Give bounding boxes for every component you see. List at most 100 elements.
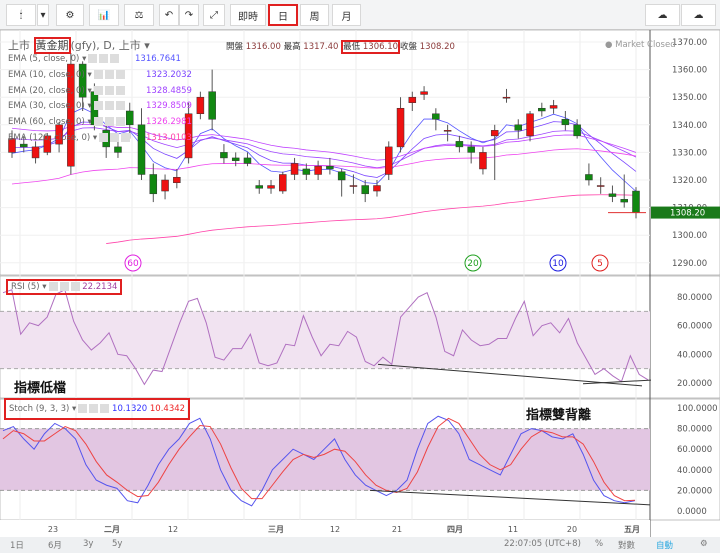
price-tick: 1330.00	[672, 148, 707, 158]
candle-body	[538, 107, 546, 112]
x-tick: 11	[508, 525, 518, 534]
candle-body	[585, 174, 593, 181]
ema-legend-2[interactable]: EMA (20, close, 0) ▾ 1328.4859	[8, 85, 192, 96]
rsi-band	[0, 311, 650, 369]
candle-body	[125, 110, 134, 126]
chart-canvas[interactable]: 1370.00 1360.00 1350.00 1340.00 1330.00 1320.…	[0, 0, 720, 537]
range-3y[interactable]: 3y	[83, 539, 93, 549]
stoch-d-value: 10.4342	[149, 404, 186, 414]
candle-body	[443, 130, 452, 132]
candle-body	[279, 174, 287, 192]
low-label: 最低	[343, 42, 361, 52]
candle-body	[173, 176, 181, 184]
range-5y[interactable]: 5y	[112, 539, 122, 549]
candle-body	[255, 185, 263, 189]
candle-body	[596, 185, 605, 187]
candle-body	[561, 119, 570, 126]
candle-body	[385, 146, 393, 175]
ema-value: 1323.2032	[146, 69, 192, 80]
price-tick: 1360.00	[672, 66, 707, 76]
candle-body	[632, 190, 640, 213]
rsi-tick: 60.0000	[677, 322, 712, 332]
x-axis	[0, 520, 650, 537]
rsi-tick: 40.0000	[677, 350, 712, 360]
price-tick: 1300.00	[672, 231, 707, 241]
high-label: 最高	[283, 42, 301, 52]
candle-body	[161, 179, 169, 192]
ema-label: EMA (5, close, 0)	[8, 54, 80, 64]
range-1d[interactable]: 1日	[10, 539, 24, 551]
stoch-tick: 40.0000	[677, 466, 712, 476]
symbol-title[interactable]: 上市 黃金期 (gfy), D, 上市 ▾	[8, 37, 150, 54]
rsi-label: RSI (5)	[11, 282, 40, 292]
candle-body	[326, 165, 334, 170]
rsi-tick: 80.0000	[677, 293, 712, 303]
rsi-legend[interactable]: RSI (5) ▾ 22.2134	[6, 279, 123, 295]
ema-legend-4[interactable]: EMA (60, close, 0) ▾ 1326.2981	[8, 117, 192, 128]
ema-label: EMA (30, close, 0)	[8, 101, 85, 112]
x-tick: 三月	[268, 525, 284, 534]
candle-body	[408, 96, 417, 103]
high-value: 1317.40	[303, 42, 339, 52]
ema-label: EMA (10, close, 0)	[8, 69, 85, 80]
x-tick: 20	[567, 525, 577, 534]
candle-body	[337, 171, 346, 181]
symbol-rest: (gfy), D, 上市	[70, 39, 141, 52]
percent-toggle[interactable]: %	[595, 539, 603, 549]
ema-label: EMA (60, close, 0)	[8, 117, 85, 128]
x-tick: 23	[48, 525, 58, 534]
stoch-k-value: 10.1320	[112, 404, 148, 414]
ema-legend-3[interactable]: EMA (30, close, 0) ▾ 1329.8509	[8, 101, 192, 112]
stoch-legend[interactable]: Stoch (9, 3, 3) ▾ 10.1320 10.4342	[4, 398, 191, 420]
candle-body	[243, 157, 252, 164]
market-status: ● Market Closed	[605, 40, 676, 50]
candle-body	[361, 185, 369, 195]
auto-toggle[interactable]: 自動	[656, 539, 673, 551]
ema-label: EMA (20, close, 0)	[8, 85, 85, 96]
ema-value: 1329.8509	[146, 101, 192, 112]
price-tick: 1340.00	[672, 121, 707, 131]
close-value: 1308.20	[419, 42, 455, 52]
candle-body	[196, 96, 205, 115]
price-tick: 1320.00	[672, 176, 707, 186]
ema-legend-0[interactable]: EMA (5, close, 0) ▾ 1316.7641	[8, 54, 181, 64]
x-tick: 12	[330, 525, 340, 534]
symbol-name: 黃金期	[33, 37, 71, 54]
clock: 22:07:05 (UTC+8)	[504, 539, 581, 549]
candle-body	[620, 199, 628, 203]
close-label: 收盤	[400, 42, 418, 52]
open-label: 開盤	[226, 42, 244, 52]
candle-body	[479, 152, 487, 170]
stoch-tick: 60.0000	[677, 445, 712, 455]
candle-body	[220, 152, 228, 159]
ema-legend-5[interactable]: EMA (120, close, 0) ▾ 1313.0103	[8, 133, 192, 143]
ema-legend-1[interactable]: EMA (10, close, 0) ▾ 1323.2032	[8, 69, 192, 80]
last-price-label: 1308.20	[670, 209, 705, 219]
log-toggle[interactable]: 對數	[618, 539, 635, 551]
x-tick: 21	[392, 525, 402, 534]
candle-body	[114, 146, 122, 153]
ema-value: 1326.2981	[146, 117, 192, 128]
candle-body	[314, 165, 322, 175]
price-tick: 1290.00	[672, 259, 707, 269]
candle-body	[514, 124, 523, 131]
candle-body	[208, 91, 216, 120]
price-tick: 1370.00	[672, 38, 707, 48]
period-marker-label: 20	[467, 259, 479, 269]
x-tick: 五月	[624, 525, 640, 534]
candle-body	[373, 185, 381, 192]
candle-body	[149, 174, 158, 195]
rsi-value: 22.2134	[82, 282, 118, 292]
range-6m[interactable]: 6月	[48, 539, 62, 551]
candle-body	[349, 185, 358, 187]
stoch-tick: 80.0000	[677, 425, 712, 435]
stoch-annotation: 指標雙背離	[526, 408, 592, 423]
candle-body	[467, 146, 475, 153]
gear-icon[interactable]: ⚙	[700, 539, 708, 549]
candle-body	[302, 168, 311, 175]
candle-body	[420, 91, 428, 95]
candle-body	[526, 113, 534, 137]
candle-body	[290, 163, 299, 175]
low-value: 1306.10	[362, 42, 399, 52]
ema-value: 1316.7641	[135, 54, 181, 64]
